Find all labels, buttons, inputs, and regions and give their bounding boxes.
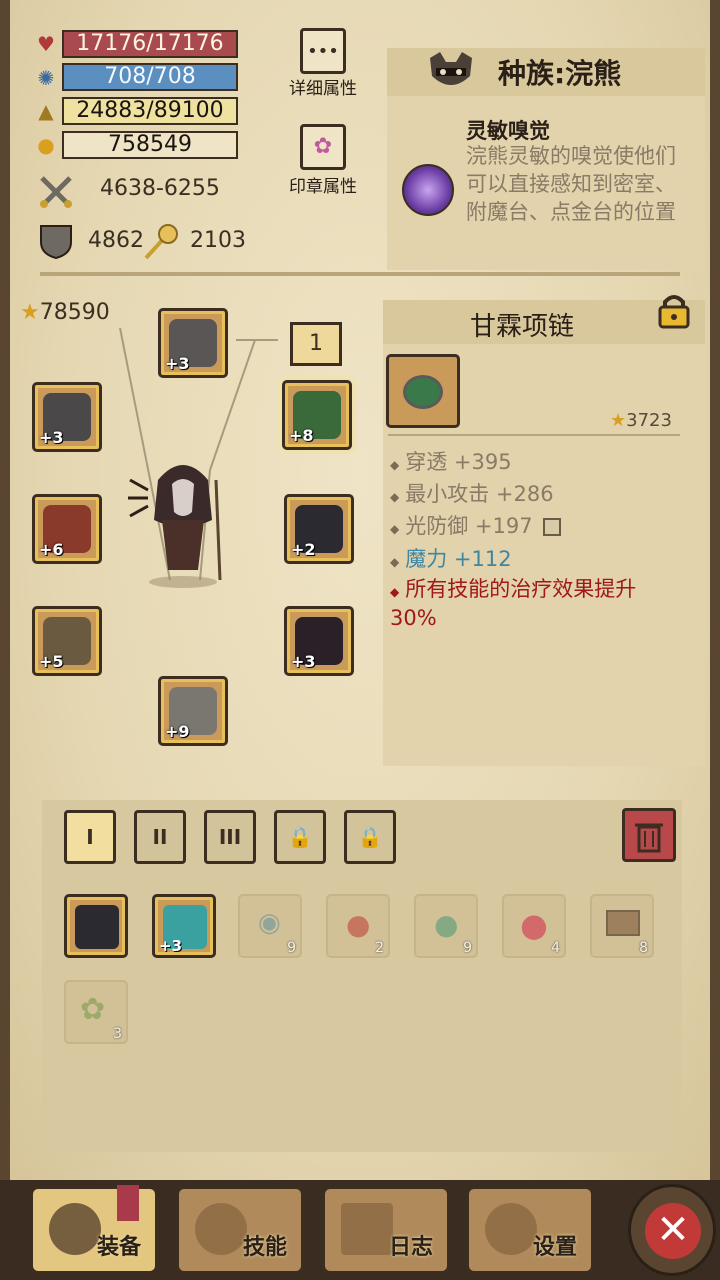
- bag-tab-1[interactable]: I: [64, 810, 116, 864]
- inventory-item-dark-armor[interactable]: [64, 894, 128, 958]
- close-icon: ✕: [645, 1203, 701, 1259]
- hp-bar: 17176/17176: [62, 30, 238, 58]
- boots-slot[interactable]: +9: [158, 676, 228, 746]
- inventory-item-crystal-amulet[interactable]: +3: [152, 894, 216, 958]
- lock-icon[interactable]: [656, 292, 692, 330]
- inventory-item-treasure-chest[interactable]: 8: [590, 894, 654, 958]
- bullet-icon: ◆: [390, 490, 400, 504]
- nav-equipment-button[interactable]: 装备: [30, 1185, 158, 1274]
- inventory-item-herb-bush[interactable]: ✿ 3: [64, 980, 128, 1044]
- swords-icon: [40, 176, 72, 208]
- attribute-row: ◆ 魔力 +112: [390, 547, 512, 571]
- necklace-slot[interactable]: +8: [282, 380, 352, 450]
- gold-icon: ●: [37, 133, 55, 157]
- weapon-slot[interactable]: +6: [32, 494, 102, 564]
- bookmark-icon: [117, 1185, 139, 1221]
- detail-attributes-label: 详细属性: [289, 79, 357, 99]
- attribute-row: ◆ 所有技能的治疗效果提升30%: [390, 577, 637, 630]
- chest-icon: [606, 910, 640, 936]
- gold-counter: 758549: [62, 131, 238, 159]
- attribute-row: ◆ 穿透 +395: [390, 450, 512, 474]
- belt-slot[interactable]: +3: [284, 606, 354, 676]
- nav-skills-button[interactable]: 技能: [176, 1186, 304, 1274]
- helmet-slot[interactable]: +3: [158, 308, 228, 378]
- attack-value: 4638-6255: [100, 176, 220, 201]
- image-icon[interactable]: [543, 518, 562, 536]
- lock-icon: 🔒: [357, 825, 383, 849]
- green-potion-icon: ●: [434, 908, 459, 941]
- bag-tab-3[interactable]: III: [204, 810, 256, 864]
- xp-bar: 24883/89100: [62, 97, 238, 125]
- lock-icon: 🔒: [287, 825, 313, 849]
- nav-settings-button[interactable]: 设置: [466, 1186, 594, 1274]
- journal-icon: [341, 1203, 393, 1255]
- shield-icon: [40, 225, 72, 260]
- necklace-icon: [386, 354, 460, 428]
- attribute-row: ◆ 光防御 +197: [390, 510, 562, 540]
- race-title: 种族:浣熊: [498, 57, 622, 90]
- raccoon-skill-icon[interactable]: [402, 164, 454, 216]
- bag-tab-2[interactable]: II: [134, 810, 186, 864]
- flower-seal-icon: ✿: [313, 134, 333, 159]
- red-potion-icon: ●: [346, 908, 371, 941]
- bullet-icon: ◆: [390, 522, 400, 536]
- bag-tab-locked-4[interactable]: 🔒: [274, 810, 326, 864]
- gauntlet-slot[interactable]: +3: [32, 382, 102, 452]
- raccoon-icon: [430, 52, 472, 85]
- star-icon: ★: [610, 410, 627, 431]
- gem-staff-icon: [144, 224, 178, 260]
- bullet-icon: ◆: [390, 585, 400, 599]
- chest-armor-slot[interactable]: +2: [284, 494, 354, 564]
- level-icon: ▲: [38, 99, 54, 123]
- race-skill-name: 灵敏嗅觉: [466, 119, 550, 143]
- axe-icon: [49, 1203, 101, 1255]
- herb-icon: ✿: [80, 992, 106, 1027]
- dots-icon: •••: [307, 41, 339, 62]
- seal-attributes-button[interactable]: ✿: [300, 124, 346, 170]
- attribute-row: ◆ 最小攻击 +286: [390, 482, 554, 506]
- item-score: ★3723: [610, 410, 672, 431]
- eye-scroll-icon: ◉: [258, 908, 281, 938]
- heart-icon: ♥: [37, 32, 55, 56]
- equipment-set-number[interactable]: 1: [290, 322, 342, 366]
- close-button[interactable]: ✕: [628, 1184, 716, 1276]
- dark-armor-icon: [75, 905, 119, 949]
- gems-value: 2103: [190, 228, 246, 253]
- skill-icon: [195, 1203, 247, 1255]
- mp-bar: 708/708: [62, 63, 238, 91]
- inventory-item-green-potion[interactable]: ● 9: [414, 894, 478, 958]
- race-skill-description: 浣熊灵敏的嗅觉使他们可以直接感知到密室、附魔台、点金台的位置: [466, 144, 676, 224]
- inventory-item-eye-scroll[interactable]: ◉ 9: [238, 894, 302, 958]
- bullet-icon: ◆: [390, 458, 400, 472]
- item-title: 甘霖项链: [470, 312, 575, 342]
- item-divider: [388, 434, 680, 436]
- hero-character: [128, 465, 222, 588]
- seal-attributes-label: 印章属性: [289, 177, 357, 197]
- nav-log-button[interactable]: 日志: [322, 1186, 450, 1274]
- defense-value: 4862: [88, 228, 144, 253]
- detail-attributes-button[interactable]: •••: [300, 28, 346, 74]
- mana-icon: ✺: [37, 66, 55, 90]
- bracer-slot[interactable]: +5: [32, 606, 102, 676]
- section-divider: [40, 272, 680, 276]
- trash-icon: [635, 823, 663, 853]
- red-flask-icon: ●: [520, 906, 548, 944]
- trash-button[interactable]: [622, 808, 676, 862]
- inventory-item-red-potion-small[interactable]: ● 2: [326, 894, 390, 958]
- gear-icon: [485, 1203, 537, 1255]
- inventory-item-red-potion-large[interactable]: ● 4: [502, 894, 566, 958]
- bullet-icon: ◆: [390, 555, 400, 569]
- bag-tab-locked-5[interactable]: 🔒: [344, 810, 396, 864]
